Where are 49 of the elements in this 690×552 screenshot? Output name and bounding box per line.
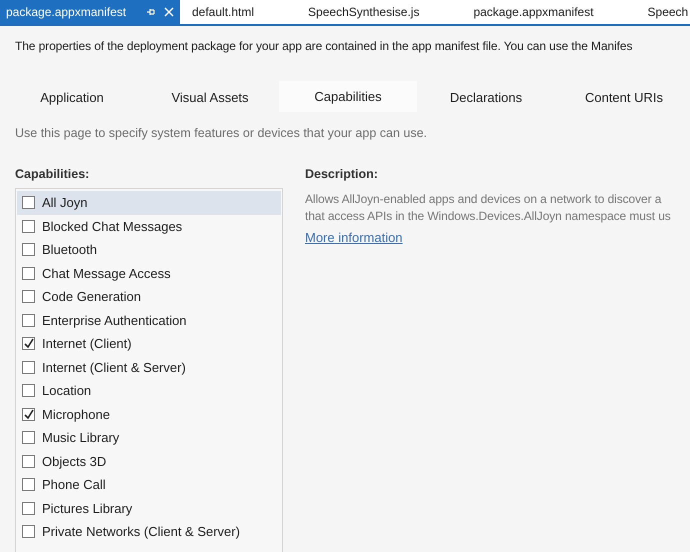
page-tab[interactable]: Capabilities (279, 81, 417, 112)
document-tab[interactable]: package.appxmanifest (0, 0, 180, 24)
capability-row[interactable]: Internet (Client) (17, 332, 281, 356)
checkbox[interactable] (22, 196, 35, 210)
capability-row[interactable]: Objects 3D (17, 450, 281, 473)
checkbox[interactable] (22, 431, 35, 444)
checkbox[interactable] (22, 360, 35, 374)
capability-row[interactable]: Code Generation (17, 285, 281, 308)
checkbox[interactable] (22, 408, 35, 421)
capability-row[interactable]: Chat Message Access (17, 262, 281, 285)
capability-row[interactable]: Blocked Chat Messages (17, 214, 281, 238)
capability-row[interactable]: Private Networks (Client & Server) (17, 520, 281, 544)
checkbox[interactable] (22, 502, 35, 515)
page-tab[interactable]: Content URIs (555, 81, 690, 112)
section-heading: Description: (305, 167, 379, 181)
checkbox[interactable] (22, 220, 35, 233)
document-tab[interactable]: default.html (186, 0, 302, 24)
document-tab[interactable]: Speech (642, 0, 688, 24)
intro-text: The properties of the deployment package for your app are contained in the app manifest file. You can use the Manifes (14, 38, 634, 53)
description-text: Allows AllJoyn-enabled apps and devices on a network to discover a (305, 191, 662, 208)
capability-row[interactable]: Pictures Library (17, 496, 281, 520)
capability-row[interactable]: Music Library (17, 426, 281, 450)
checkbox[interactable] (22, 337, 35, 350)
capability-row[interactable]: Enterprise Authentication (17, 308, 281, 332)
capability-row[interactable]: Bluetooth (17, 238, 281, 262)
close-icon[interactable] (164, 7, 174, 17)
description-text: that access APIs in the Windows.Devices.AllJoyn namespace must us (305, 208, 672, 225)
pin-icon[interactable] (146, 7, 156, 17)
page-tab[interactable]: Visual Assets (141, 81, 279, 112)
checkbox[interactable] (22, 454, 35, 468)
capability-row[interactable]: Location (17, 379, 281, 402)
more-information-link[interactable]: More information (305, 230, 403, 245)
page-tab[interactable]: Declarations (417, 81, 555, 112)
capability-row[interactable]: Internet (Client & Server) (17, 356, 281, 379)
capability-row[interactable]: All Joyn (17, 191, 281, 214)
checkbox[interactable] (22, 290, 35, 304)
checkbox[interactable] (22, 478, 35, 492)
checkbox[interactable] (22, 384, 35, 398)
hint-text: Use this page to specify system features or devices that your app can use. (14, 125, 428, 140)
checkbox[interactable] (22, 314, 35, 327)
capability-row[interactable]: Phone Call (17, 473, 281, 496)
section-heading: Capabilities: (15, 167, 90, 181)
checkbox[interactable] (22, 266, 35, 280)
document-tab[interactable]: SpeechSynthesise.js (302, 0, 468, 24)
document-tab[interactable]: package.appxmanifest (467, 0, 642, 24)
page-tab[interactable]: Application (3, 81, 141, 112)
checkbox[interactable] (22, 243, 35, 256)
capability-row[interactable]: Microphone (17, 402, 281, 426)
checkbox[interactable] (22, 525, 35, 538)
